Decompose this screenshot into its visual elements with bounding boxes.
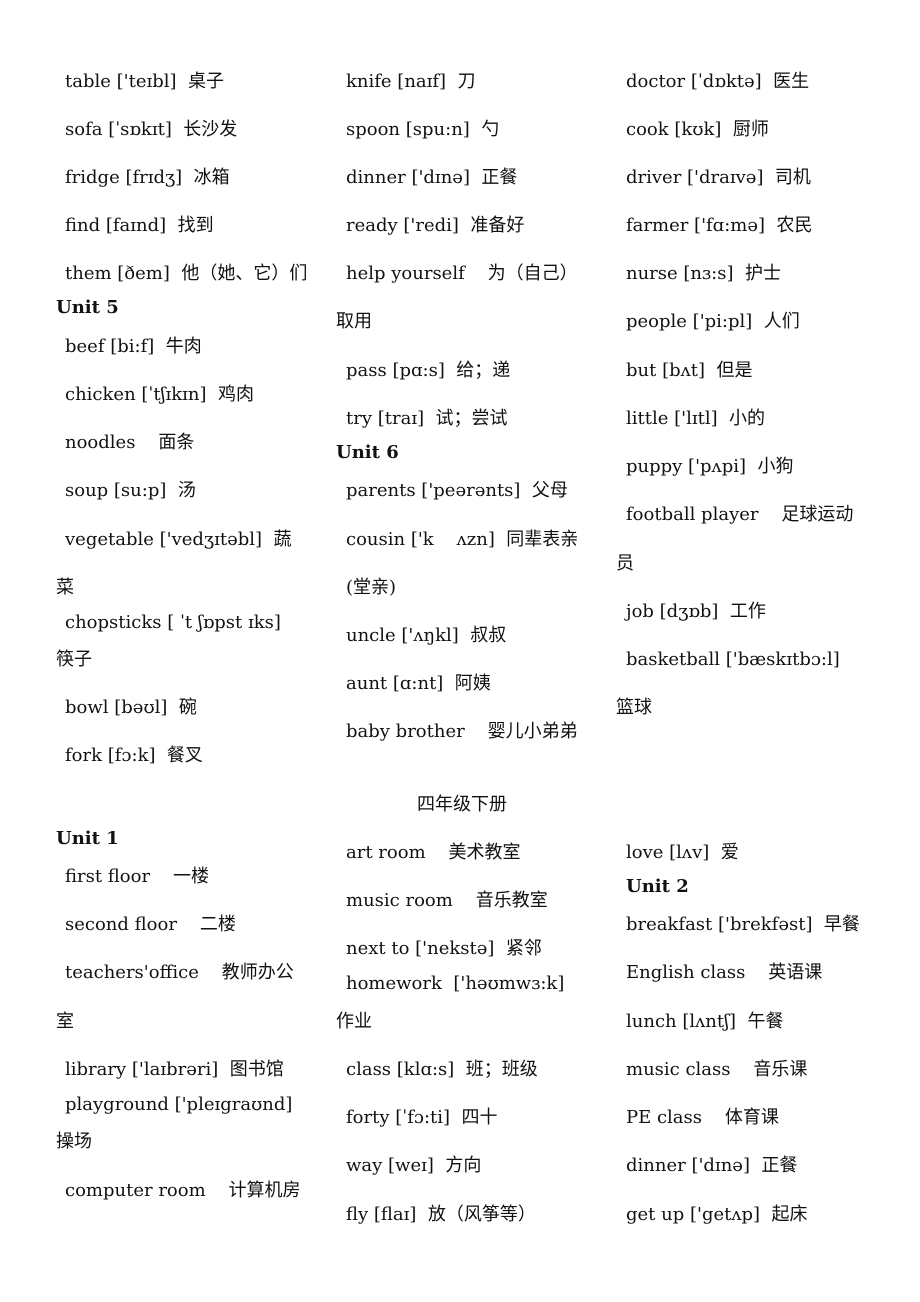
section-title: 四年级下册	[417, 794, 507, 815]
vocab-line: PE class 体育课	[626, 1107, 779, 1128]
unit-heading: Unit 5	[56, 297, 119, 318]
vocab-line: music class 音乐课	[626, 1059, 808, 1080]
vocab-line: basketball ['bæskɪtbɔ:l]	[626, 649, 840, 670]
vocab-line: baby brother 婴儿小弟弟	[346, 721, 578, 742]
vocab-line: football player 足球运动	[626, 504, 854, 525]
vocab-line: uncle ['ʌŋkl] 叔叔	[346, 625, 507, 646]
vocab-line: computer room 计算机房	[65, 1180, 301, 1201]
vocab-line: help yourself 为（自己）	[346, 263, 578, 284]
vocab-line: doctor [ˈdɒktə] 医生	[626, 71, 810, 92]
vocab-line: fly [flaɪ] 放（风筝等）	[346, 1204, 536, 1225]
vocab-line: parents ['peərənts] 父母	[346, 480, 568, 501]
vocab-line: table ['teɪbl] 桌子	[65, 71, 224, 92]
vocab-line: puppy ['pʌpi] 小狗	[626, 456, 794, 477]
vocab-line: people ['pi:pl] 人们	[626, 311, 800, 332]
vocab-line: nurse [nɜ:s] 护士	[626, 263, 781, 284]
vocab-line: get up ['getʌp] 起床	[626, 1204, 808, 1225]
vocab-line: dinner ['dɪnə] 正餐	[346, 167, 518, 188]
vocab-line: love [lʌv] 爱	[626, 842, 739, 863]
vocab-line: cook [kʊk] 厨师	[626, 119, 769, 140]
vocab-line: soup [su:p] 汤	[65, 480, 196, 501]
vocab-line: forty [ˈfɔ:ti] 四十	[346, 1107, 498, 1128]
vocab-line: little ['lɪtl] 小的	[626, 408, 766, 429]
vocab-line: 篮球	[616, 697, 652, 718]
vocab-line: library ['laɪbrəri] 图书馆	[65, 1059, 284, 1080]
vocab-line: find [faɪnd] 找到	[65, 215, 214, 236]
vocab-line: 菜	[56, 577, 74, 598]
vocab-line: pass [pɑ:s] 给；递	[346, 360, 511, 381]
vocab-line: playground ['pleɪgraʊnd]	[65, 1094, 293, 1115]
vocab-line: 作业	[336, 1011, 372, 1032]
vocab-line: 取用	[336, 311, 372, 332]
vocab-line: next to ['nekstə] 紧邻	[346, 938, 542, 959]
vocab-line: art room 美术教室	[346, 842, 521, 863]
vocab-line: teachers'office 教师办公	[65, 962, 294, 983]
vocab-line: 筷子	[56, 649, 92, 670]
vocab-line: music room 音乐教室	[346, 890, 548, 911]
vocab-line: but [bʌt] 但是	[626, 360, 753, 381]
unit-heading: Unit 1	[56, 828, 119, 849]
vocab-line: cousin ['k ʌzn] 同辈表亲	[346, 529, 579, 550]
vocab-line: beef [bi:f] 牛肉	[65, 336, 202, 357]
vocab-line: ready ['redi] 准备好	[346, 215, 525, 236]
vocab-line: 员	[616, 553, 634, 574]
vocab-line: dinner ['dɪnə] 正餐	[626, 1155, 798, 1176]
vocab-line: first floor 一楼	[65, 866, 209, 887]
unit-heading: Unit 2	[626, 876, 689, 897]
vocab-line: chicken [ˈtʃɪkɪn] 鸡肉	[65, 384, 254, 405]
vocab-line: fork [fɔ:k] 餐叉	[65, 745, 203, 766]
vocab-line: sofa [ˈsɒkɪt] 长沙发	[65, 119, 238, 140]
vocab-line: 操场	[56, 1131, 92, 1152]
vocab-line: vegetable ['vedʒɪtəbl] 蔬	[65, 529, 292, 550]
vocab-line: lunch [lʌntʃ] 午餐	[626, 1011, 784, 1032]
unit-heading: Unit 6	[336, 442, 399, 463]
vocab-line: class [klɑ:s] 班；班级	[346, 1059, 538, 1080]
vocab-line: aunt [ɑ:nt] 阿姨	[346, 673, 491, 694]
vocab-line: homework ['həʊmwɜ:k]	[346, 973, 565, 994]
vocab-line: spoon [spu:n] 勺	[346, 119, 500, 140]
vocab-line: driver ['draɪvə] 司机	[626, 167, 811, 188]
vocab-line: way [weɪ] 方向	[346, 1155, 482, 1176]
vocab-line: farmer ['fɑ:mə] 农民	[626, 215, 813, 236]
vocab-line: fridge [frɪdʒ] 冰箱	[65, 167, 230, 188]
vocab-line: noodles 面条	[65, 432, 195, 453]
vocab-line: (堂亲)	[346, 577, 397, 598]
vocab-line: try [traɪ] 试；尝试	[346, 408, 508, 429]
vocab-line: second floor 二楼	[65, 914, 236, 935]
vocab-line: chopsticks [ ˈt ʃɒpst ɪks]	[65, 612, 281, 633]
vocab-line: breakfast ['brekfəst] 早餐	[626, 914, 860, 935]
vocab-line: job [dʒɒb] 工作	[626, 601, 766, 622]
vocab-line: bowl [bəʊl] 碗	[65, 697, 197, 718]
vocab-line: them [ðem] 他（她、它）们	[65, 263, 308, 284]
vocab-line: 室	[56, 1011, 74, 1032]
vocab-line: knife [naɪf] 刀	[346, 71, 476, 92]
vocab-line: English class 英语课	[626, 962, 823, 983]
